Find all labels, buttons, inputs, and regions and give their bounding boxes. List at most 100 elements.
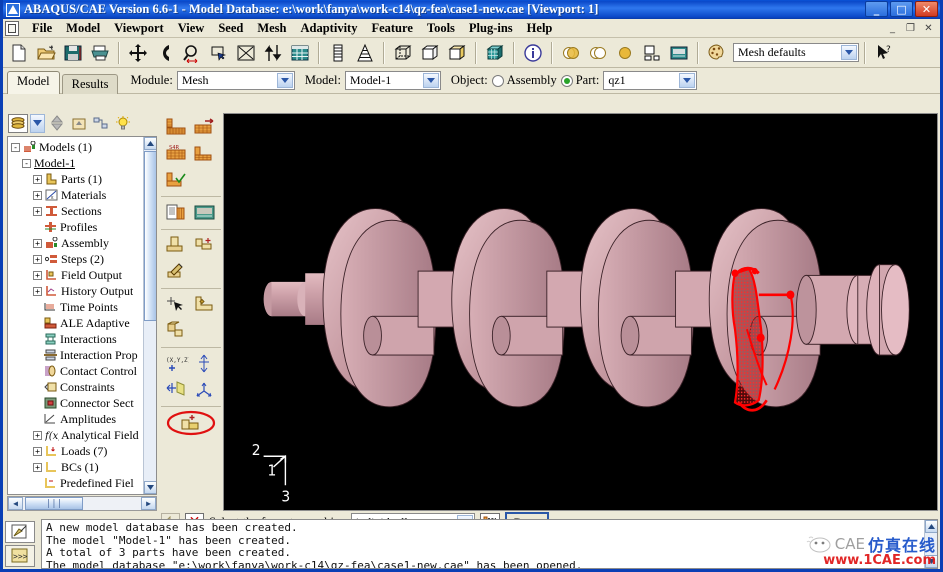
scroll-left-icon[interactable]: ◀ [8, 497, 23, 510]
cycle-views-icon[interactable] [259, 40, 286, 66]
radio-part[interactable] [560, 74, 573, 87]
menu-item-view[interactable]: View [171, 20, 212, 37]
radio-assembly[interactable] [491, 74, 504, 87]
menu-item-feature[interactable]: Feature [364, 20, 419, 37]
model-combo[interactable]: Model-1 [344, 71, 441, 90]
single-disc-icon[interactable] [611, 40, 638, 66]
create-datum-axis-icon[interactable] [191, 351, 219, 377]
message-scrollbar[interactable] [924, 520, 937, 568]
tree-node-steps[interactable]: + Steps (2) [11, 251, 142, 267]
tree-node-interaction-properties[interactable]: Interaction Prop [11, 347, 142, 363]
create-datum-plane-icon[interactable] [163, 377, 191, 403]
create-datum-point-icon[interactable]: (X,Y,Z) [163, 351, 191, 377]
expander-icon[interactable]: + [33, 270, 42, 280]
expander-icon[interactable]: + [33, 190, 42, 200]
mesh-display-icon[interactable] [191, 200, 219, 226]
rotate-icon[interactable] [151, 40, 178, 66]
scroll-up-icon[interactable] [925, 520, 937, 533]
chevron-down-icon[interactable] [422, 73, 439, 88]
expander-icon[interactable]: + [33, 254, 42, 264]
model-tree[interactable]: - Models (1) - Model-1 + Parts (1) + ε M… [7, 136, 157, 495]
tree-node-history-output[interactable]: + History Output [11, 283, 142, 299]
mesh-stack-orient-icon[interactable] [163, 200, 191, 226]
scrollbar-thumb[interactable] [144, 151, 156, 321]
scroll-down-icon[interactable] [925, 555, 937, 568]
wireframe-cube-icon[interactable] [389, 40, 416, 66]
datum-stack-icon[interactable] [351, 40, 378, 66]
tree-vertical-scrollbar[interactable] [143, 137, 156, 494]
menu-item-help[interactable]: Help [520, 20, 560, 37]
box-zoom-icon[interactable] [205, 40, 232, 66]
color-code-combo[interactable]: Mesh defaults [733, 43, 859, 62]
expander-icon[interactable]: + [33, 238, 42, 248]
tree-node-bcs[interactable]: + BCs (1) [11, 459, 142, 475]
fit-view-icon[interactable] [232, 40, 259, 66]
expander-icon[interactable]: + [33, 286, 42, 296]
tree-node-ale-adaptive[interactable]: ALE Adaptive [11, 315, 142, 331]
tree-node-analytical-fields[interactable]: + f(x) Analytical Field [11, 427, 142, 443]
overlay-icon[interactable] [557, 40, 584, 66]
filter-dropdown-icon[interactable] [30, 113, 45, 133]
tree-node-contact-controls[interactable]: Contact Control [11, 363, 142, 379]
menu-item-plugins[interactable]: Plug-ins [462, 20, 520, 37]
query-ruler-icon[interactable] [324, 40, 351, 66]
tree-node-time-points[interactable]: Time Points [11, 299, 142, 315]
assign-element-type-icon[interactable] [191, 115, 219, 141]
move-up-folder-icon[interactable] [69, 114, 89, 133]
python-prompt-icon[interactable]: >>> [5, 545, 35, 567]
expander-icon[interactable]: + [33, 206, 42, 216]
render-cube-icon[interactable] [481, 40, 508, 66]
chevron-down-icon[interactable] [679, 73, 696, 88]
maximize-button[interactable]: □ [890, 1, 913, 17]
menu-item-mesh[interactable]: Mesh [250, 20, 293, 37]
expander-icon[interactable]: + [33, 446, 42, 456]
expander-icon[interactable]: - [11, 142, 20, 152]
hidden-line-cube-icon[interactable] [416, 40, 443, 66]
tab-results[interactable]: Results [61, 73, 119, 94]
partition-solid-icon[interactable] [163, 318, 191, 344]
create-partition-face-icon[interactable] [191, 292, 219, 318]
menu-item-tools[interactable]: Tools [420, 20, 462, 37]
expander-icon[interactable]: + [33, 174, 42, 184]
tip-bulb-icon[interactable] [113, 114, 133, 133]
new-file-icon[interactable] [5, 40, 32, 66]
module-combo[interactable]: Mesh [176, 71, 295, 90]
open-file-icon[interactable] [32, 40, 59, 66]
tab-model[interactable]: Model [7, 70, 60, 94]
mdi-restore-button[interactable]: ❐ [903, 21, 918, 35]
chevron-down-icon[interactable] [276, 73, 293, 88]
scrollbar-thumb[interactable]: ||| [25, 497, 83, 510]
scroll-down-icon[interactable] [144, 481, 156, 494]
create-datum-csys-icon[interactable] [191, 377, 219, 403]
menu-item-adaptivity[interactable]: Adaptivity [294, 20, 365, 37]
close-button[interactable]: ✕ [915, 1, 938, 17]
partition-cell-icon[interactable] [163, 233, 191, 259]
menu-item-viewport[interactable]: Viewport [107, 20, 171, 37]
magnify-icon[interactable] [178, 40, 205, 66]
tree-node-profiles[interactable]: Profiles [11, 219, 142, 235]
display-group-icon[interactable] [665, 40, 692, 66]
pan-icon[interactable] [124, 40, 151, 66]
print-icon[interactable] [86, 40, 113, 66]
create-feature-icon[interactable] [191, 233, 219, 259]
context-help-icon[interactable]: ? [870, 40, 897, 66]
info-icon[interactable] [519, 40, 546, 66]
assign-mesh-controls-icon[interactable]: S4R [163, 141, 191, 167]
tree-node-interactions[interactable]: Interactions [11, 331, 142, 347]
tree-node-connector-sections[interactable]: Connector Sect [11, 395, 142, 411]
model-db-filter-icon[interactable] [8, 113, 28, 133]
tree-node-materials[interactable]: + ε Materials [11, 187, 142, 203]
combine-faces-icon[interactable] [163, 410, 219, 436]
graphics-viewport[interactable]: 2 1 3 [223, 113, 938, 511]
color-palette-icon[interactable] [703, 40, 730, 66]
expander-icon[interactable]: + [33, 430, 42, 440]
mdi-minimize-button[interactable]: _ [885, 21, 900, 35]
message-log[interactable]: A new model database has been created. T… [41, 519, 938, 569]
tree-horizontal-scrollbar[interactable]: ◀ ||| ▶ [7, 496, 157, 511]
tree-node-models[interactable]: - Models (1) [11, 139, 142, 155]
tree-node-parts[interactable]: + Parts (1) [11, 171, 142, 187]
tree-node-amplitudes[interactable]: Amplitudes [11, 411, 142, 427]
mdi-close-button[interactable]: ✕ [921, 21, 936, 35]
tree-node-loads[interactable]: + Loads (7) [11, 443, 142, 459]
minimize-button[interactable]: _ [865, 1, 888, 17]
